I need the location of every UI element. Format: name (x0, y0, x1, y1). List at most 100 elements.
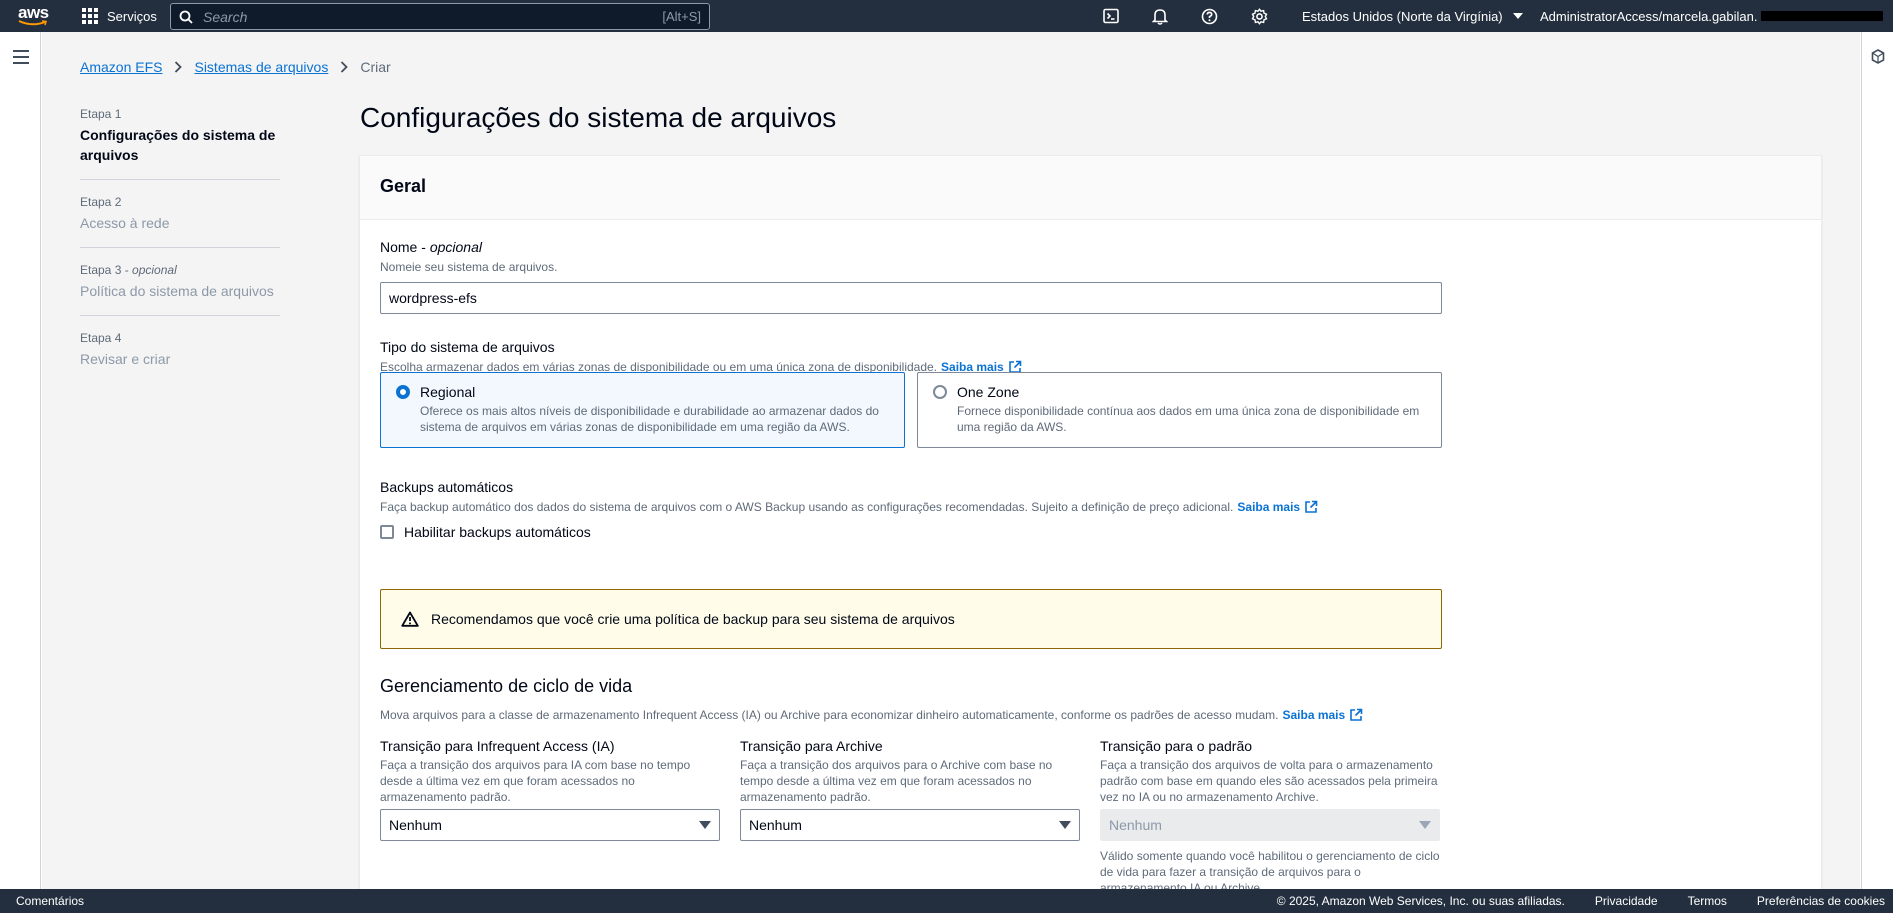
step-number: Etapa 3 - opcional (80, 263, 177, 277)
learn-more-link[interactable]: Saiba mais (1237, 499, 1318, 515)
name-field-label: Nome - opcional (380, 239, 482, 255)
chevron-right-icon (174, 61, 183, 73)
tile-title: Regional (420, 384, 476, 400)
transition-standard-select: Nenhum (1100, 809, 1440, 841)
breadcrumb-link-file-systems[interactable]: Sistemas de arquivos (194, 59, 328, 75)
transition-standard-field: Transição para o padrão Faça a transição… (1100, 738, 1440, 805)
search-icon (179, 10, 193, 24)
step-title: Revisar e criar (80, 351, 171, 367)
footer: Comentários © 2025, Amazon Web Services,… (0, 889, 1893, 913)
transition-ia-select[interactable]: Nenhum (380, 809, 720, 841)
gear-icon[interactable] (1249, 6, 1269, 26)
one-zone-radio[interactable] (933, 385, 947, 399)
caret-down-icon (1512, 13, 1523, 19)
terms-link[interactable]: Termos (1688, 894, 1727, 908)
name-label: Nome (380, 239, 418, 255)
cloudshell-icon[interactable] (1101, 6, 1121, 26)
learn-more-text: Saiba mais (1282, 708, 1346, 722)
warning-icon (401, 611, 419, 627)
wizard-step-4: Etapa 4 Revisar e criar (80, 330, 280, 383)
search-input[interactable] (203, 8, 663, 25)
external-link-icon (1350, 708, 1363, 721)
step-number-text: Etapa 3 (80, 263, 122, 277)
privacy-link[interactable]: Privacidade (1595, 894, 1658, 908)
search-shortcut-hint: [Alt+S] (662, 9, 701, 24)
redacted-account-id (1761, 11, 1884, 21)
caret-down-icon (1419, 821, 1431, 829)
external-link-icon (1305, 500, 1318, 513)
step-optional-text: opcional (132, 263, 177, 277)
transition-archive-select[interactable]: Nenhum (740, 809, 1080, 841)
hamburger-menu-icon[interactable] (13, 50, 29, 64)
footer-links: © 2025, Amazon Web Services, Inc. ou sua… (1277, 894, 1885, 908)
file-system-type-label: Tipo do sistema de arquivos (380, 339, 555, 355)
caret-down-icon (699, 821, 711, 829)
learn-more-link[interactable]: Saiba mais (1282, 707, 1363, 723)
wizard-step-1[interactable]: Etapa 1 Configurações do sistema de arqu… (80, 106, 280, 180)
info-panel-icon[interactable] (1871, 49, 1885, 64)
comments-link[interactable]: Comentários (16, 894, 84, 908)
step-title: Política do sistema de arquivos (80, 283, 274, 299)
one-zone-option-tile[interactable]: One Zone Fornece disponibilidade contínu… (917, 372, 1442, 448)
aws-logo-text: aws (18, 3, 49, 22)
panel-header: Geral (360, 156, 1821, 220)
transition-archive-label: Transição para Archive (740, 738, 883, 754)
tile-title: One Zone (957, 384, 1020, 400)
search-bar[interactable]: [Alt+S] (170, 3, 710, 30)
general-settings-panel: Geral Nome - opcional Nomeie seu sistema… (359, 155, 1822, 889)
caret-down-icon (1059, 821, 1071, 829)
apps-grid-icon (82, 8, 98, 24)
name-description: Nomeie seu sistema de arquivos. (380, 260, 558, 274)
cookie-preferences-link[interactable]: Preferências de cookies (1757, 894, 1885, 908)
transition-standard-note: Válido somente quando você habilitou o g… (1100, 849, 1440, 889)
aws-smile-icon (18, 20, 48, 26)
automatic-backups-description: Faça backup automático dos dados do sist… (380, 499, 1318, 515)
lifecycle-title: Gerenciamento de ciclo de vida (380, 676, 633, 696)
panel-title: Geral (380, 176, 427, 196)
automatic-backups-label: Backups automáticos (380, 479, 514, 495)
breadcrumb-link-amazon-efs[interactable]: Amazon EFS (80, 59, 162, 75)
left-side-rail (0, 32, 41, 889)
transition-standard-label: Transição para o padrão (1100, 738, 1253, 754)
transition-ia-field: Transição para Infrequent Access (IA) Fa… (380, 738, 720, 805)
right-side-rail (1861, 32, 1893, 889)
name-optional-tag: opcional (429, 239, 482, 255)
account-label: AdministratorAccess/marcela.gabilan. (1540, 8, 1758, 24)
select-value: Nenhum (1109, 817, 1162, 833)
tile-description: Fornece disponibilidade contínua aos dad… (957, 404, 1420, 434)
step-number: Etapa 1 (80, 107, 122, 121)
chevron-right-icon (340, 61, 349, 73)
wizard-step-3: Etapa 3 - opcional Política do sistema d… (80, 262, 280, 316)
regional-radio[interactable] (396, 385, 410, 399)
help-icon[interactable] (1199, 6, 1219, 26)
step-title: Configurações do sistema de arquivos (80, 127, 276, 163)
enable-backups-checkbox[interactable] (380, 525, 394, 539)
enable-backups-checkbox-row[interactable]: Habilitar backups automáticos (380, 524, 591, 540)
services-label: Serviços (107, 8, 157, 24)
page-title: Configurações do sistema de arquivos (360, 102, 837, 133)
backup-desc-text: Faça backup automático dos dados do sist… (380, 500, 1234, 514)
copyright-text: © 2025, Amazon Web Services, Inc. ou sua… (1276, 894, 1565, 908)
breadcrumb-current: Criar (360, 59, 391, 75)
learn-more-text: Saiba mais (1237, 500, 1301, 514)
transition-archive-description: Faça a transição dos arquivos para o Arc… (740, 758, 1053, 804)
services-menu-button[interactable]: Serviços (82, 0, 157, 32)
step-number: Etapa 4 (80, 331, 122, 345)
transition-archive-field: Transição para Archive Faça a transição … (740, 738, 1080, 805)
breadcrumb: Amazon EFS Sistemas de arquivos Criar (80, 59, 391, 75)
region-selector[interactable]: Estados Unidos (Norte da Virgínia) (1302, 0, 1523, 32)
select-value: Nenhum (749, 817, 802, 833)
main-content: Amazon EFS Sistemas de arquivos Criar Et… (42, 32, 1860, 889)
transition-ia-label: Transição para Infrequent Access (IA) (380, 738, 615, 754)
lifecycle-desc-text: Mova arquivos para a classe de armazenam… (380, 708, 1279, 722)
bell-icon[interactable] (1150, 6, 1170, 26)
name-input[interactable] (380, 282, 1442, 314)
enable-backups-label: Habilitar backups automáticos (404, 524, 591, 540)
step-number: Etapa 2 (80, 195, 122, 209)
wizard-steps: Etapa 1 Configurações do sistema de arqu… (80, 106, 280, 397)
regional-option-tile[interactable]: Regional Oferece os mais altos níveis de… (380, 372, 905, 448)
top-navigation: aws Serviços [Alt+S] Estados Unidos (Nor… (0, 0, 1893, 32)
aws-logo[interactable]: aws (18, 4, 50, 28)
account-menu[interactable]: AdministratorAccess/marcela.gabilan. (1540, 0, 1893, 32)
lifecycle-description: Mova arquivos para a classe de armazenam… (380, 707, 1363, 723)
